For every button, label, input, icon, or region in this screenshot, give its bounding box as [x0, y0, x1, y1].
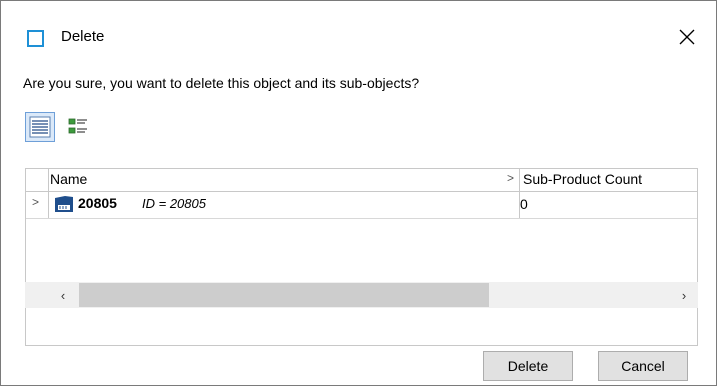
delete-dialog: Delete Are you sure, you want to delete … — [0, 0, 717, 386]
dialog-title: Delete — [61, 28, 105, 45]
list-view-button[interactable] — [25, 112, 55, 142]
header-divider — [519, 169, 520, 191]
cancel-button[interactable]: Cancel — [598, 351, 688, 381]
objects-grid: Name > Sub-Product Count > 20805 ID = 20… — [25, 168, 698, 346]
delete-button[interactable]: Delete — [483, 351, 573, 381]
chevron-right-icon: > — [507, 171, 515, 185]
details-view-button[interactable] — [63, 112, 93, 142]
column-header-name[interactable]: Name — [50, 171, 87, 187]
table-row[interactable]: > 20805 ID = 20805 0 — [26, 191, 697, 219]
scroll-right-icon[interactable]: › — [670, 282, 698, 308]
product-icon — [55, 196, 73, 212]
window-square-icon — [27, 30, 44, 47]
row-id: ID = 20805 — [142, 196, 206, 211]
scroll-left-icon[interactable]: ‹ — [49, 282, 77, 308]
close-icon-glyph — [679, 29, 695, 45]
horizontal-scrollbar[interactable]: ‹ › — [25, 282, 698, 308]
row-name: 20805 — [78, 195, 117, 211]
list-view-icon — [29, 116, 51, 138]
confirmation-text: Are you sure, you want to delete this ob… — [23, 75, 420, 91]
grid-header: Name > Sub-Product Count — [26, 169, 697, 192]
scroll-thumb[interactable] — [79, 283, 489, 307]
header-divider — [48, 169, 49, 191]
close-icon[interactable] — [674, 24, 700, 50]
row-divider — [48, 191, 49, 218]
details-view-icon — [68, 118, 87, 134]
row-sub-product-count: 0 — [520, 196, 528, 212]
expand-row-icon[interactable]: > — [32, 195, 39, 209]
column-header-sub-product-count[interactable]: Sub-Product Count — [523, 171, 642, 187]
